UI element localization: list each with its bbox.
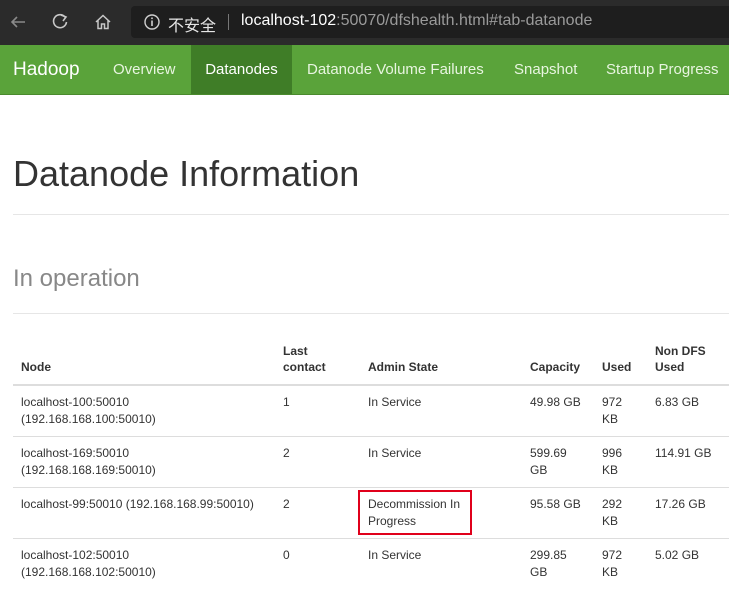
node-address: (192.168.168.102:50010) (21, 565, 156, 579)
address-bar[interactable]: 不安全 localhost-102:50070/dfshealth.html#t… (131, 6, 729, 38)
non-dfs-used-cell: 5.02 GB (655, 548, 700, 562)
capacity-unit: GB (530, 565, 548, 579)
node-cell: localhost-102:50010 (192.168.168.102:5001… (21, 547, 156, 581)
column-header-capacity: Capacity (530, 360, 581, 374)
tab-startup-progress[interactable]: Startup Progress (592, 45, 729, 94)
used-unit: KB (602, 463, 619, 477)
section-title: In operation (13, 265, 140, 292)
header-divider (13, 384, 729, 386)
node-cell: localhost-169:50010 (192.168.168.169:5001… (21, 445, 156, 479)
used-cell: 996 KB (602, 445, 622, 479)
used-value: 996 (602, 446, 623, 460)
tab-datanode-volume-failures[interactable]: Datanode Volume Failures (293, 45, 498, 94)
non-dfs-used-cell: 6.83 GB (655, 395, 700, 409)
capacity-cell: 49.98 GB (530, 395, 581, 409)
capacity-value: 599.69 (530, 446, 567, 460)
tab-snapshot[interactable]: Snapshot (500, 45, 591, 94)
home-icon[interactable] (89, 8, 117, 36)
used-cell: 972 KB (602, 394, 622, 428)
node-name: localhost-102:50010 (21, 548, 130, 562)
url-text[interactable]: localhost-102:50070/dfshealth.html#tab-d… (241, 12, 592, 30)
used-value: 972 (602, 548, 623, 562)
last-contact-cell: 2 (283, 446, 290, 460)
hadoop-navbar: Hadoop Overview Datanodes Datanode Volum… (0, 45, 729, 95)
used-cell: 972 KB (602, 547, 622, 581)
row-divider (13, 538, 729, 539)
capacity-unit: GB (530, 463, 548, 477)
last-contact-cell: 2 (283, 497, 290, 511)
capacity-cell: 95.58 GB (530, 497, 581, 511)
column-header-non-dfs-line1: Non DFS (655, 344, 706, 358)
used-value: 292 (602, 497, 623, 511)
last-contact-cell: 0 (283, 548, 290, 562)
back-arrow-icon[interactable] (4, 8, 32, 36)
security-label: 不安全 (168, 18, 217, 35)
used-value: 972 (602, 395, 623, 409)
admin-state-cell: In Service (368, 548, 422, 562)
node-address: (192.168.168.100:50010) (21, 412, 156, 426)
column-header-admin-state: Admin State (368, 360, 439, 374)
row-divider (13, 436, 729, 437)
column-header-node: Node (21, 360, 51, 374)
column-header-non-dfs-used: Non DFS Used (655, 343, 706, 375)
node-name: localhost-169:50010 (21, 446, 130, 460)
capacity-cell: 599.69 GB (530, 445, 567, 479)
non-dfs-used-cell: 17.26 GB (655, 497, 706, 511)
admin-state-cell: In Service (368, 395, 422, 409)
title-divider (13, 214, 729, 215)
reload-icon[interactable] (46, 8, 74, 36)
node-name: localhost-100:50010 (21, 395, 130, 409)
page-title: Datanode Information (13, 153, 360, 194)
used-cell: 292 KB (602, 496, 622, 530)
non-dfs-used-cell: 114.91 GB (655, 446, 712, 460)
column-header-last-contact-line2: contact (283, 360, 326, 374)
browser-toolbar: 不安全 localhost-102:50070/dfshealth.html#t… (0, 0, 729, 45)
capacity-cell: 299.85 GB (530, 547, 567, 581)
capacity-value: 299.85 (530, 548, 567, 562)
node-cell: localhost-99:50010 (192.168.168.99:50010… (21, 497, 254, 511)
node-cell: localhost-100:50010 (192.168.168.100:5001… (21, 394, 156, 428)
admin-state-cell: In Service (368, 446, 422, 460)
used-unit: KB (602, 565, 619, 579)
brand-logo-text[interactable]: Hadoop (13, 59, 80, 81)
info-icon[interactable] (143, 13, 161, 31)
url-host: localhost-102 (241, 12, 337, 29)
used-unit: KB (602, 412, 619, 426)
url-path: :50070/dfshealth.html#tab-datanode (336, 12, 593, 29)
column-header-non-dfs-line2: Used (655, 360, 685, 374)
decommission-highlight-box (358, 490, 472, 535)
tab-datanodes[interactable]: Datanodes (191, 45, 292, 94)
address-divider (228, 14, 229, 30)
column-header-last-contact: Last contact (283, 343, 326, 375)
column-header-last-contact-line1: Last (283, 344, 308, 358)
tab-overview[interactable]: Overview (99, 45, 190, 94)
last-contact-cell: 1 (283, 395, 290, 409)
column-header-used: Used (602, 360, 632, 374)
node-address: (192.168.168.169:50010) (21, 463, 156, 477)
row-divider (13, 487, 729, 488)
used-unit: KB (602, 514, 619, 528)
section-divider (13, 313, 729, 314)
